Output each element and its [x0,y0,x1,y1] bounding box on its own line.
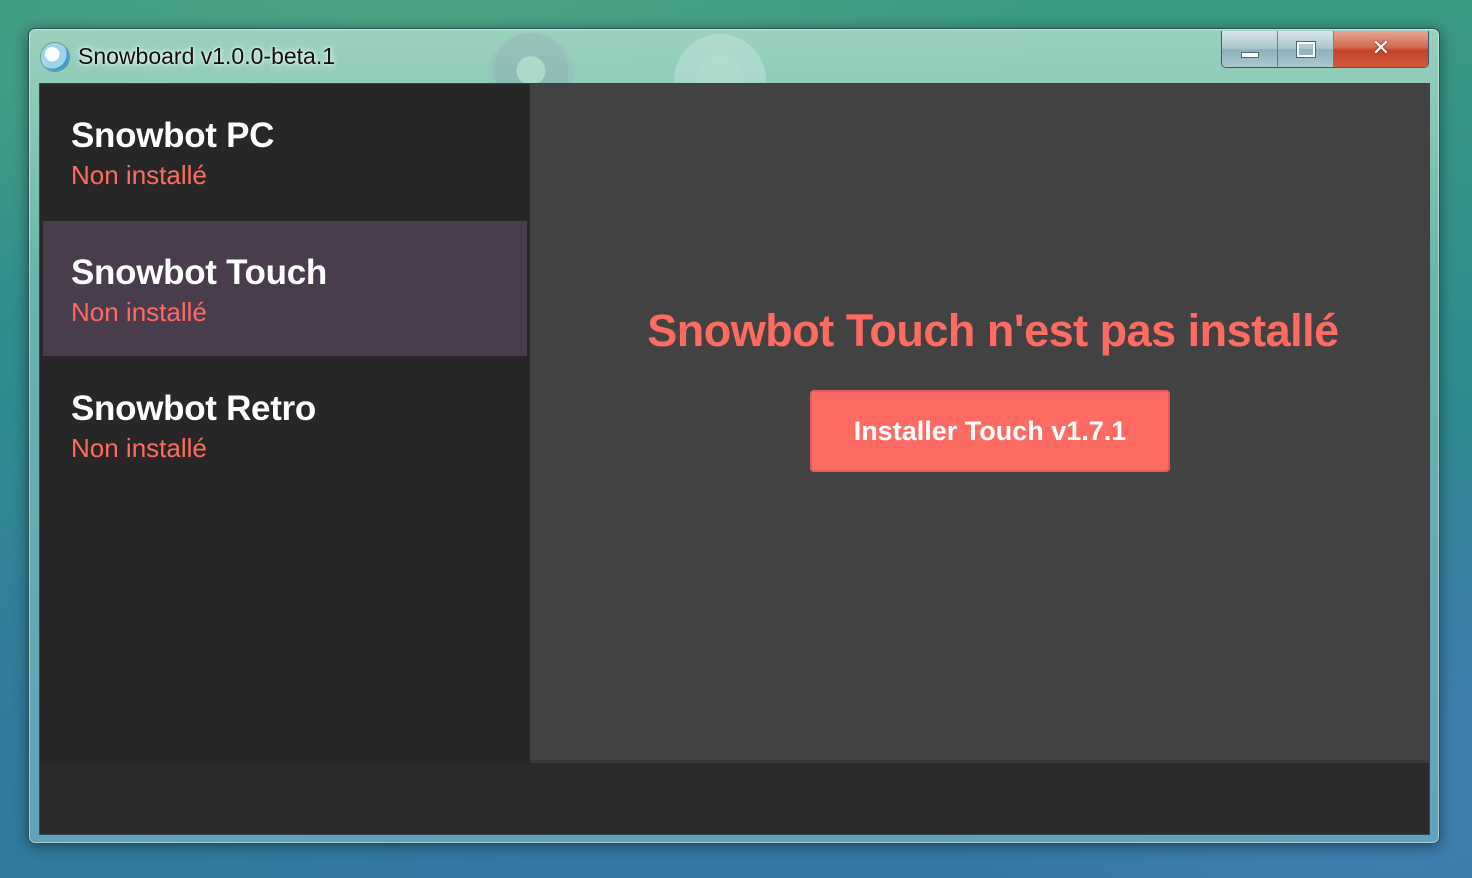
app-logo-icon [41,43,69,71]
sidebar-item-status: Non installé [71,160,207,190]
sidebar-item-name: Snowbot Touch [71,253,327,292]
close-icon: ✕ [1371,36,1391,61]
app-window: Snowboard v1.0.0-beta.1 ✕ Snowbot PC Non… [28,28,1440,844]
minimize-button[interactable] [1222,31,1278,67]
sidebar-item-snowbot-touch[interactable]: Snowbot Touch Non installé [43,221,527,356]
maximize-icon [1296,41,1315,57]
sidebar-item-name: Snowbot Retro [71,389,316,428]
window-controls: ✕ [1221,31,1429,68]
window-title: Snowboard v1.0.0-beta.1 [78,43,336,69]
maximize-button[interactable] [1278,31,1334,67]
sidebar-item-snowbot-retro[interactable]: Snowbot Retro Non installé [43,357,527,492]
sidebar-item-snowbot-pc[interactable]: Snowbot PC Non installé [43,84,527,219]
main-panel: Snowbot Touch n'est pas installé Install… [530,84,1429,763]
sidebar: Snowbot PC Non installé Snowbot Touch No… [40,84,529,764]
client-area: Snowbot PC Non installé Snowbot Touch No… [39,83,1430,835]
sidebar-item-name: Snowbot PC [71,116,275,155]
close-button[interactable]: ✕ [1334,31,1428,67]
sidebar-item-status: Non installé [71,433,207,463]
footer-bar [40,764,1429,834]
minimize-icon [1241,53,1258,57]
not-installed-heading: Snowbot Touch n'est pas installé [647,305,1339,356]
sidebar-item-status: Non installé [71,297,207,327]
install-button[interactable]: Installer Touch v1.7.1 [810,390,1170,472]
